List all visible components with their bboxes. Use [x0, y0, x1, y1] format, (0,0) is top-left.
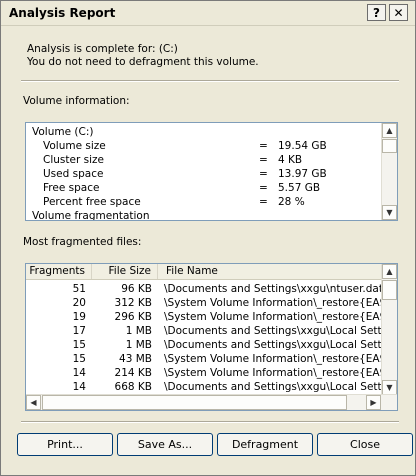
volume-stat-name: Free space [43, 182, 100, 194]
close-window-button[interactable]: ✕ [389, 4, 408, 21]
cell-file-name: \Documents and Settings\xxgu\Local Setti… [164, 325, 383, 337]
status-message: Analysis is complete for: (C:) You do no… [27, 43, 259, 69]
table-row[interactable]: 15 1 MB \Documents and Settings\xxgu\Local… [26, 338, 383, 352]
save-as-button[interactable]: Save As... [117, 433, 213, 456]
cell-file-name: \System Volume Information\_restore{EA98… [164, 353, 383, 365]
volume-vertical-scrollbar[interactable]: ▲ ▼ [381, 123, 397, 220]
cell-file-name: \System Volume Information\_restore{EA98… [164, 367, 383, 379]
cell-fragments: 19 [72, 311, 86, 323]
help-button[interactable]: ? [367, 4, 386, 21]
horizontal-scroll-thumb[interactable] [42, 395, 347, 410]
volume-stat-equals: = [259, 196, 268, 208]
cell-fragments: 15 [72, 339, 86, 351]
volume-stat-value: 13.97 GB [278, 168, 327, 180]
header-file-size[interactable]: File Size [92, 264, 158, 279]
cell-fragments: 51 [72, 283, 86, 295]
cell-file-size: 1 MB [125, 339, 152, 351]
scroll-up-icon[interactable]: ▲ [382, 123, 397, 138]
volume-stat-value: 4 KB [278, 154, 303, 166]
cell-file-size: 96 KB [121, 283, 152, 295]
list-header: Fragments File Size File Name [26, 264, 383, 280]
volume-info-label: Volume information: [23, 95, 130, 107]
volume-info-box[interactable]: Volume (C:) Volume size = 19.54 GB Cluster … [25, 122, 398, 221]
table-row[interactable]: 51 96 KB \Documents and Settings\xxgu\ntus… [26, 282, 383, 296]
volume-stat-value: 19.54 GB [278, 140, 327, 152]
header-file-name[interactable]: File Name [158, 264, 383, 279]
scroll-thumb[interactable] [382, 139, 397, 153]
close-button[interactable]: Close [317, 433, 413, 456]
cell-file-name: \Documents and Settings\xxgu\Local Setti… [164, 381, 383, 393]
volume-stat-value: 28 % [278, 196, 305, 208]
table-row[interactable]: 14 668 KB \Documents and Settings\xxgu\Loc… [26, 380, 383, 394]
cell-fragments: 20 [72, 297, 86, 309]
volume-stat-value: 5.57 GB [278, 182, 321, 194]
cell-file-size: 1 MB [125, 325, 152, 337]
cell-fragments: 17 [72, 325, 86, 337]
cell-file-size: 312 KB [114, 297, 152, 309]
cell-file-name: \System Volume Information\_restore{EA98… [164, 297, 383, 309]
volume-fragmentation-label: Volume fragmentation [32, 210, 150, 221]
files-horizontal-scrollbar[interactable]: ◀ ▶ [26, 394, 397, 410]
table-row[interactable]: 19 296 KB \System Volume Information\_rest… [26, 310, 383, 324]
window-title: Analysis Report [9, 6, 116, 20]
volume-stat-name: Volume size [43, 140, 106, 152]
volume-stat-name: Used space [43, 168, 104, 180]
cell-file-name: \Documents and Settings\xxgu\Local Setti… [164, 339, 383, 351]
title-bar[interactable]: Analysis Report ? ✕ [1, 1, 415, 26]
print-button[interactable]: Print... [17, 433, 113, 456]
status-line-2: You do not need to defragment this volum… [27, 56, 259, 68]
cell-fragments: 14 [72, 381, 86, 393]
cell-fragments: 14 [72, 367, 86, 379]
cell-file-size: 214 KB [114, 367, 152, 379]
scroll-down-icon[interactable]: ▼ [382, 205, 397, 220]
scroll-down-icon[interactable]: ▼ [382, 380, 397, 395]
files-vertical-scrollbar[interactable]: ▲ ▼ [381, 264, 397, 395]
volume-stat-equals: = [259, 140, 268, 152]
defragment-button[interactable]: Defragment [217, 433, 313, 456]
volume-stat-name: Percent free space [43, 196, 141, 208]
volume-stat-name: Cluster size [43, 154, 104, 166]
table-row[interactable]: 15 43 MB \System Volume Information\_resto… [26, 352, 383, 366]
scroll-left-icon[interactable]: ◀ [26, 395, 41, 410]
separator [21, 80, 399, 82]
cell-file-size: 43 MB [119, 353, 152, 365]
cell-fragments: 15 [72, 353, 86, 365]
fragmented-files-label: Most fragmented files: [23, 236, 142, 248]
scroll-thumb[interactable] [382, 280, 397, 300]
scroll-up-icon[interactable]: ▲ [382, 264, 397, 279]
table-row[interactable]: 17 1 MB \Documents and Settings\xxgu\Local… [26, 324, 383, 338]
cell-file-name: \Documents and Settings\xxgu\ntuser.dat.… [164, 283, 383, 295]
status-line-1: Analysis is complete for: (C:) [27, 43, 178, 55]
cell-file-size: 668 KB [114, 381, 152, 393]
volume-stat-equals: = [259, 182, 268, 194]
fragmented-files-list[interactable]: Fragments File Size File Name 51 96 KB \Do… [25, 263, 398, 411]
separator [21, 421, 399, 423]
header-fragments[interactable]: Fragments [26, 264, 92, 279]
analysis-report-window: Analysis Report ? ✕ Analysis is complete… [0, 0, 416, 476]
table-row[interactable]: 14 214 KB \System Volume Information\_rest… [26, 366, 383, 380]
scroll-right-icon[interactable]: ▶ [366, 395, 381, 410]
volume-title: Volume (C:) [32, 126, 94, 138]
cell-file-name: \System Volume Information\_restore{EA98… [164, 311, 383, 323]
volume-stat-equals: = [259, 154, 268, 166]
volume-stat-equals: = [259, 168, 268, 180]
table-row[interactable]: 20 312 KB \System Volume Information\_rest… [26, 296, 383, 310]
cell-file-size: 296 KB [114, 311, 152, 323]
